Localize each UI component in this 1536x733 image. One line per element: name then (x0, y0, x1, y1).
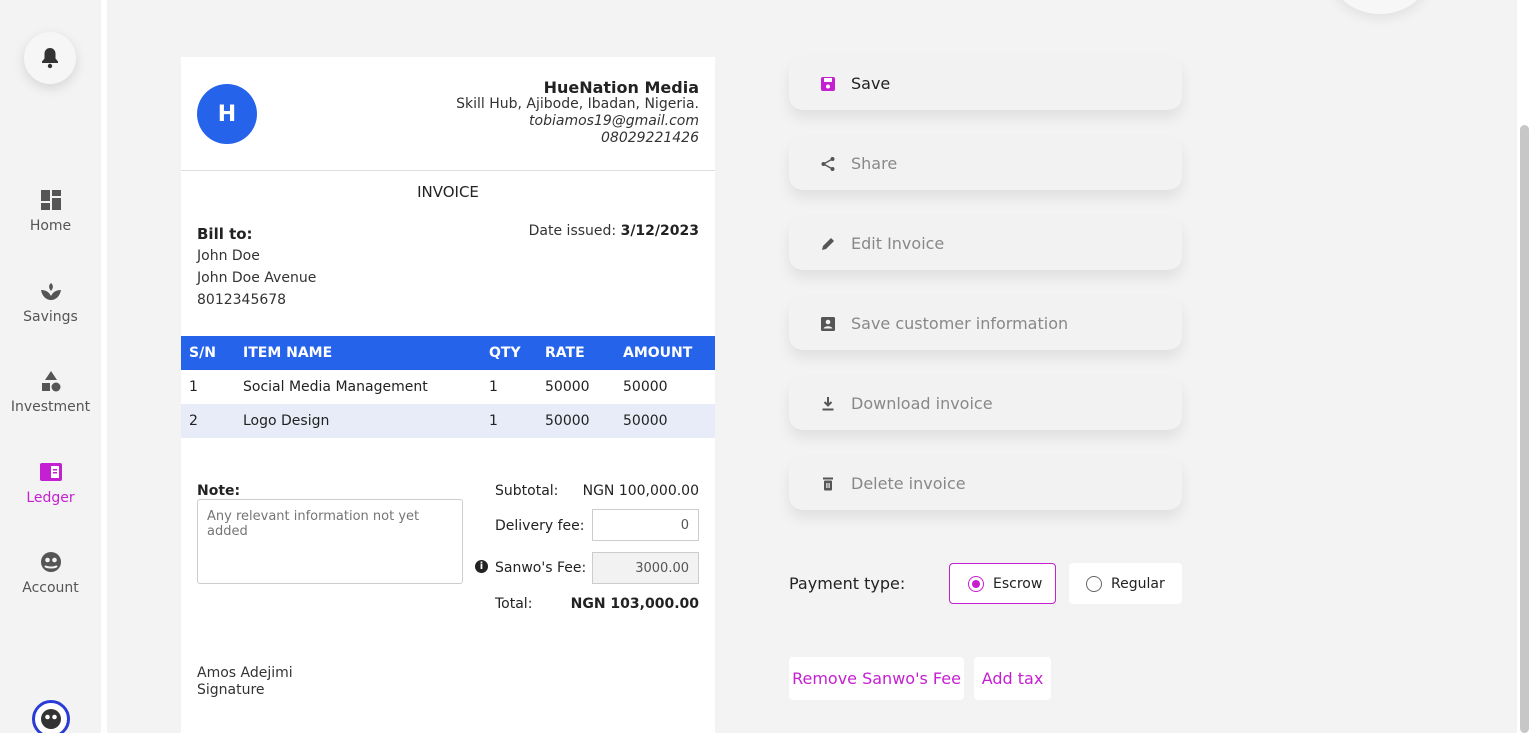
subtotal-label: Subtotal: (495, 483, 559, 499)
cell-qty: 1 (489, 379, 498, 395)
table-row: 1 Social Media Management 1 50000 50000 (181, 370, 715, 404)
radio-unselected-icon (1086, 575, 1102, 592)
account-icon (40, 552, 61, 572)
cell-item: Logo Design (235, 404, 481, 438)
cell-sn: 2 (181, 404, 235, 438)
delete-invoice-button[interactable]: Delete invoice (789, 457, 1182, 510)
ledger-icon (39, 463, 62, 481)
customer-name: John Doe (197, 248, 260, 264)
column-header: QTY (481, 336, 537, 370)
info-icon[interactable]: i (475, 560, 488, 573)
save-label: Save (851, 74, 891, 93)
save-icon (821, 76, 835, 91)
edit-invoice-button[interactable]: Edit Invoice (789, 217, 1182, 270)
date-issued: Date issued: 3/12/2023 (529, 223, 699, 239)
payment-option-label: Regular (1111, 575, 1165, 592)
save-customer-label: Save customer information (851, 314, 1069, 333)
sidebar-item-label: Ledger (26, 490, 75, 506)
cell-sn: 1 (189, 379, 198, 395)
sidebar-item-investment[interactable]: Investment (0, 369, 101, 415)
signature-block: Amos Adejimi Signature (197, 665, 293, 699)
header-divider (181, 170, 715, 171)
delivery-fee-label: Delivery fee: (495, 518, 585, 534)
add-tax-button[interactable]: Add tax (974, 657, 1051, 700)
column-header: AMOUNT (615, 336, 715, 370)
save-button[interactable]: Save (789, 57, 1182, 110)
radio-selected-icon (968, 575, 984, 592)
date-label: Date issued: (528, 223, 617, 239)
bell-icon (42, 48, 58, 69)
delivery-fee-input[interactable] (592, 509, 699, 541)
business-name: HueNation Media (543, 78, 699, 97)
column-header: RATE (537, 336, 615, 370)
signature-label: Signature (197, 682, 265, 698)
customer-address: John Doe Avenue (197, 270, 317, 286)
customer-phone: 8012345678 (197, 292, 287, 308)
payment-option-label: Escrow (993, 575, 1043, 592)
remove-sanwo-fee-button[interactable]: Remove Sanwo's Fee (789, 657, 964, 700)
sidebar-item-label: Savings (23, 309, 78, 325)
column-header: S/N (181, 336, 235, 370)
sidebar-item-label: Investment (10, 399, 91, 415)
save-customer-button[interactable]: Save customer information (789, 297, 1182, 350)
cell-qty: 1 (481, 404, 537, 438)
business-info: HueNation Media Skill Hub, Ajibode, Ibad… (456, 79, 699, 147)
total-value: NGN 103,000.00 (570, 596, 699, 612)
sidebar-item-label: Account (22, 580, 79, 596)
table-row: 2 Logo Design 1 50000 50000 (181, 404, 715, 438)
sidebar-item-home[interactable]: Home (0, 188, 101, 234)
sanwo-fee-label: Sanwo's Fee: (495, 560, 587, 576)
notification-button[interactable] (24, 32, 76, 84)
cell-amount: 50000 (623, 379, 668, 395)
signer-name: Amos Adejimi (197, 665, 293, 681)
note-input[interactable] (197, 499, 463, 584)
payment-option-regular[interactable]: Regular (1069, 563, 1182, 604)
share-label: Share (851, 154, 898, 173)
payment-option-escrow[interactable]: Escrow (949, 563, 1056, 604)
total-label: Total: (495, 596, 533, 612)
date-value: 3/12/2023 (620, 223, 699, 239)
business-email: tobiamos19@gmail.com (529, 113, 699, 129)
sidebar-item-account[interactable]: Account (0, 550, 101, 596)
subtotal-value: NGN 100,000.00 (582, 483, 699, 499)
download-invoice-label: Download invoice (851, 394, 993, 413)
bill-to-block: Bill to: John Doe John Doe Avenue 801234… (197, 223, 316, 311)
invoice-card: H HueNation Media Skill Hub, Ajibode, Ib… (181, 57, 715, 733)
cell-rate: 50000 (545, 379, 590, 395)
column-header: ITEM NAME (235, 336, 481, 370)
shapes-icon (41, 371, 60, 392)
items-table: S/N ITEM NAME QTY RATE AMOUNT 1 Social M… (181, 336, 715, 438)
grid-icon (40, 190, 61, 210)
cell-rate: 50000 (537, 404, 615, 438)
business-phone: 08029221426 (601, 130, 699, 146)
table-header-row: S/N ITEM NAME QTY RATE AMOUNT (181, 336, 715, 370)
delete-invoice-label: Delete invoice (851, 474, 966, 493)
share-button[interactable]: Share (789, 137, 1182, 190)
business-logo: H (197, 84, 257, 144)
sanwo-fee-input (592, 552, 699, 584)
sidebar-item-label: Home (29, 218, 72, 234)
share-icon (821, 156, 835, 171)
download-invoice-button[interactable]: Download invoice (789, 377, 1182, 430)
pencil-icon (822, 237, 834, 250)
download-icon (822, 396, 834, 410)
sidebar-item-savings[interactable]: Savings (0, 279, 101, 325)
note-label: Note: (197, 483, 241, 499)
contact-card-icon (821, 316, 835, 331)
savings-icon (40, 283, 61, 300)
invoice-title: INVOICE (417, 183, 479, 201)
trash-icon (823, 477, 833, 490)
scrollbar-thumb[interactable] (1520, 125, 1529, 733)
cell-amount: 50000 (615, 404, 715, 438)
edit-invoice-label: Edit Invoice (851, 234, 945, 253)
cell-item: Social Media Management (243, 379, 428, 395)
sidebar-item-ledger[interactable]: Ledger (0, 460, 101, 506)
sidebar: Home Savings Investment Ledger Account (0, 0, 101, 733)
account-icon (41, 709, 61, 729)
payment-type-label: Payment type: (789, 574, 906, 593)
bill-to-label: Bill to: (197, 225, 253, 243)
profile-avatar[interactable] (32, 700, 70, 733)
business-address: Skill Hub, Ajibode, Ibadan, Nigeria. (456, 96, 699, 112)
